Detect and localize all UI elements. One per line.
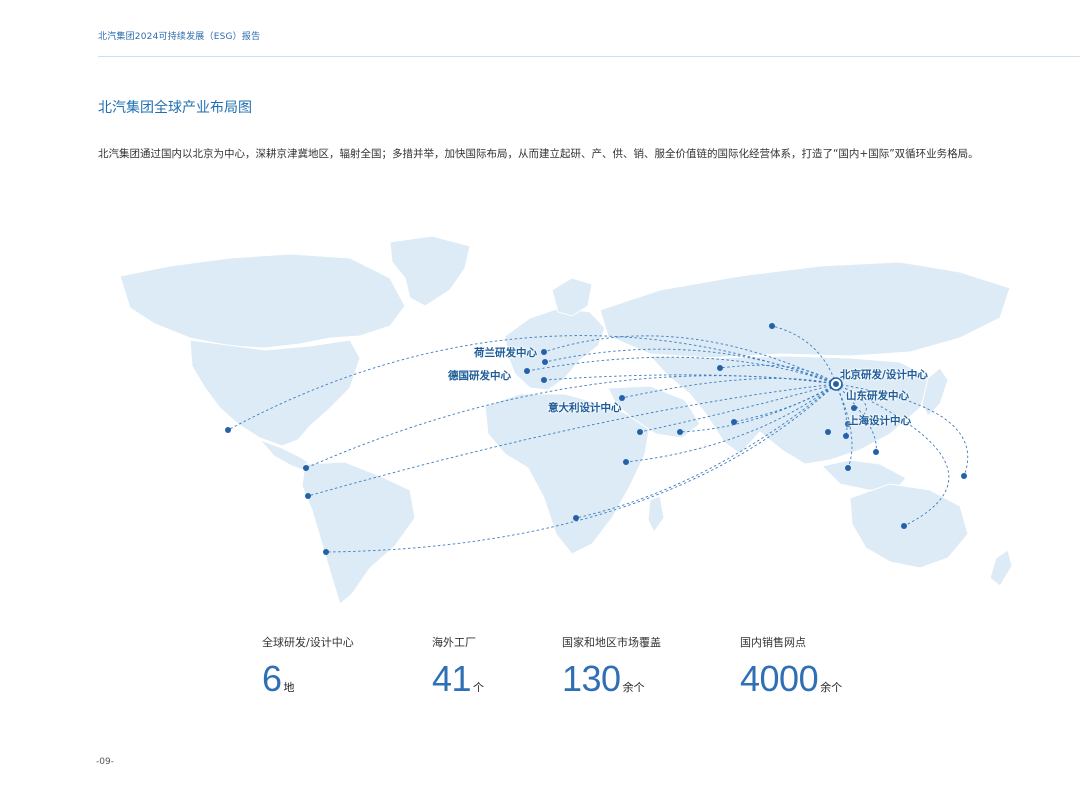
location-dot [541,377,547,383]
map-label-germany: 德国研发中心 [448,370,511,382]
landmass-north-america-north [119,253,406,349]
location-dot [542,359,548,365]
stat-value: 130 [562,658,621,699]
landmass-australia [849,483,969,569]
location-dot [573,515,579,521]
location-dot [961,473,967,479]
location-dot [873,449,879,455]
page-number: -09- [96,757,114,767]
landmass-asia-north [599,261,1011,359]
header-divider [98,56,1080,57]
location-dot [225,427,231,433]
map-label-shanghai: 上海设计中心 [848,415,911,427]
stat-overseas-factories: 海外工厂 41 个 [432,634,484,700]
section-intro: 北汽集团通过国内以北京为中心，深耕京津冀地区，辐射全国；多措并举，加快国际布局，… [98,148,979,160]
location-dot [305,493,311,499]
stat-value: 41 [432,658,472,699]
landmass-greenland [389,235,471,307]
report-header-title: 北汽集团2024可持续发展（ESG）报告 [98,32,261,42]
stat-market-coverage: 国家和地区市场覆盖 130 余个 [562,634,661,700]
landmass-north-america-south [189,339,361,447]
location-dot [637,429,643,435]
location-dot [677,429,683,435]
location-dot [845,465,851,471]
location-dot [623,459,629,465]
location-dot [541,349,547,355]
landmass-africa [484,393,651,555]
landmass-south-america [301,461,416,605]
world-map: 荷兰研发中心 德国研发中心 意大利设计中心 北京研发/设计中心 山东研发中心 上… [60,228,1040,608]
location-dot [524,368,530,374]
section-title: 北汽集团全球产业布局图 [98,100,252,116]
stat-value: 6 [262,658,282,699]
stat-value: 4000 [740,658,819,699]
stat-label: 海外工厂 [432,636,476,649]
location-dot [731,419,737,425]
map-label-italy: 意大利设计中心 [548,402,622,414]
stat-rd-centers: 全球研发/设计中心 6地 [262,634,354,700]
location-dot [825,429,831,435]
map-label-shandong: 山东研发中心 [846,390,909,402]
location-dot [851,405,857,411]
location-dot [303,465,309,471]
landmass-new-zealand [989,549,1013,587]
map-label-beijing: 北京研发/设计中心 [840,369,928,381]
map-label-netherlands: 荷兰研发中心 [474,347,537,359]
stat-unit: 余个 [622,681,645,694]
landmass-scandinavia [551,277,593,317]
stat-domestic-sales-outlets: 国内销售网点 4000 余个 [740,634,842,700]
location-dot [323,549,329,555]
stat-unit: 地 [283,681,295,694]
stat-unit: 个 [473,681,485,694]
location-dot [717,365,723,371]
location-dot [769,323,775,329]
stat-unit: 余个 [820,681,843,694]
stat-label: 国家和地区市场覆盖 [562,636,661,649]
stat-label: 国内销售网点 [740,636,806,649]
location-dot [901,523,907,529]
location-dot [843,433,849,439]
stat-label: 全球研发/设计中心 [262,636,354,649]
landmass-madagascar [647,495,665,533]
